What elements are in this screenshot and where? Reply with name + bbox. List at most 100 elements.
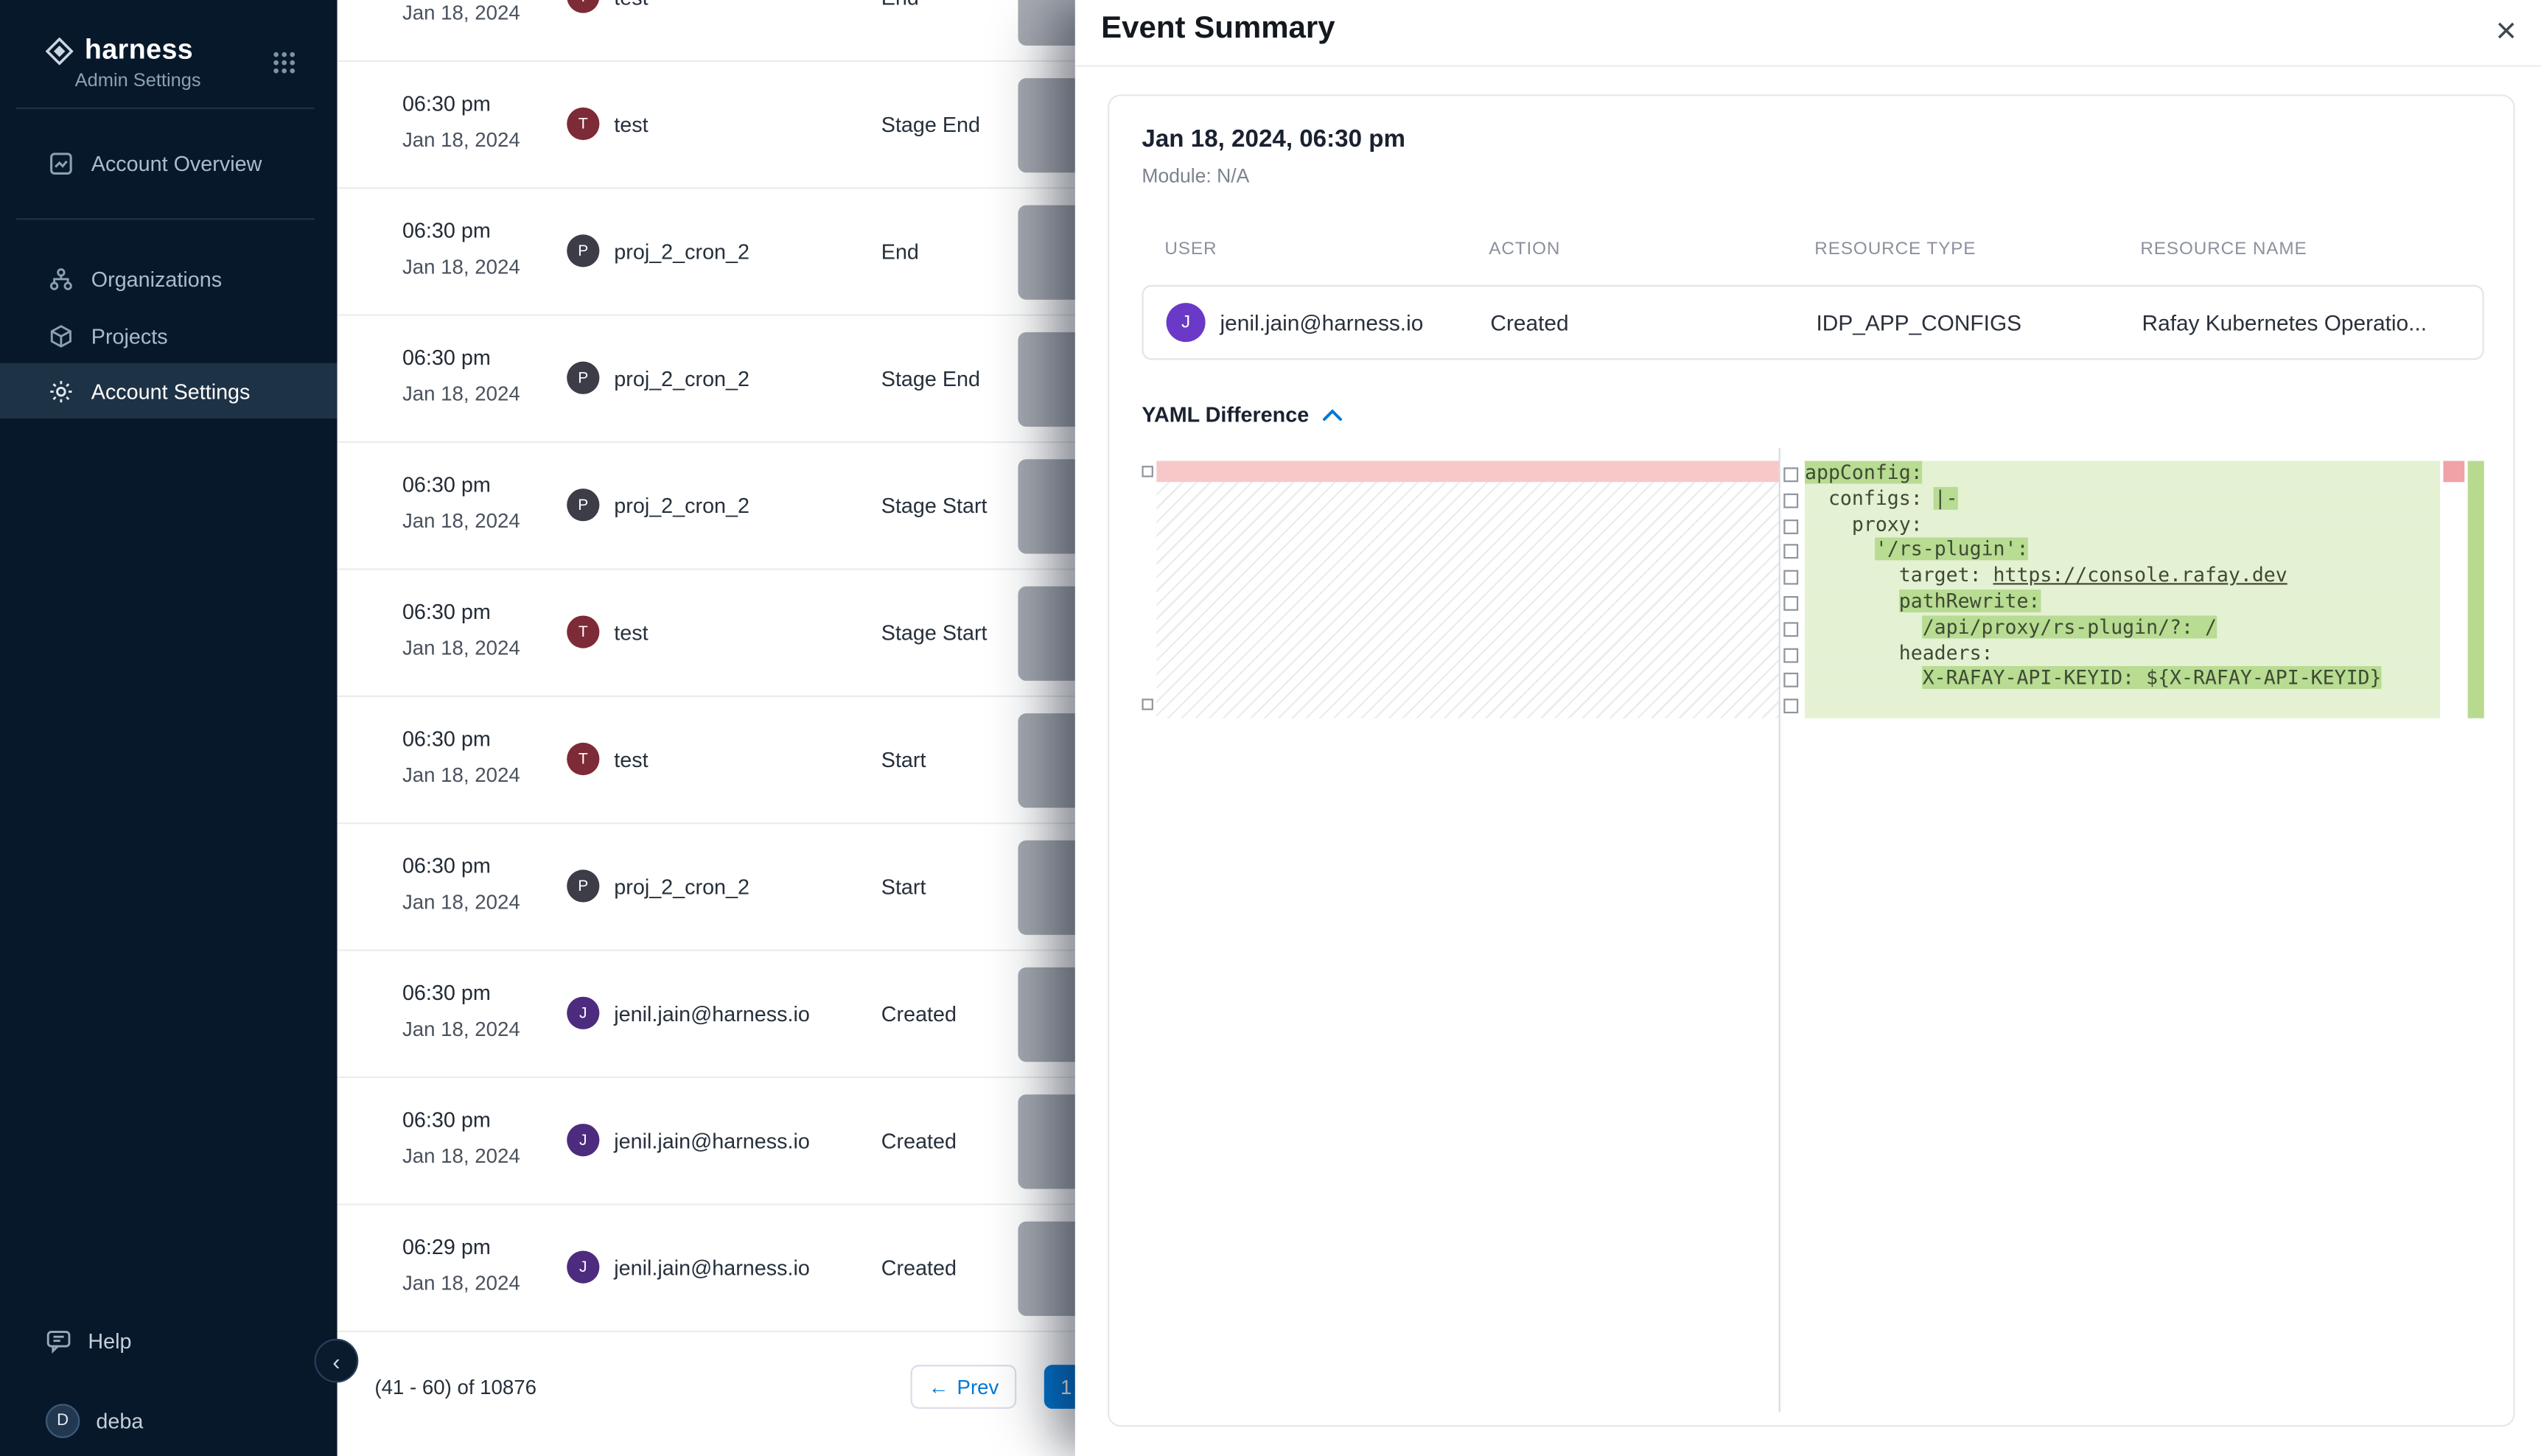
user-avatar: J bbox=[567, 1124, 599, 1156]
diff-gutter-marker bbox=[1780, 461, 1805, 487]
record-user-avatar: J bbox=[1167, 303, 1206, 342]
gear-icon bbox=[49, 379, 73, 403]
sidebar-item-account-settings[interactable]: Account Settings bbox=[0, 363, 338, 419]
header-user: USER bbox=[1142, 239, 1489, 259]
chevron-left-icon: ‹ bbox=[332, 1348, 340, 1373]
row-user-name: proj_2_cron_2 bbox=[614, 365, 749, 390]
row-timestamp: 06:30 pmJan 18, 2024 bbox=[402, 599, 520, 659]
user-avatar: T bbox=[567, 615, 599, 648]
yaml-line bbox=[1805, 693, 2440, 718]
row-user-name: jenil.jain@harness.io bbox=[614, 1001, 810, 1025]
event-module: Module: N/A bbox=[1142, 164, 1249, 187]
sidebar-subtitle: Admin Settings bbox=[75, 71, 201, 91]
sidebar-item-projects[interactable]: Projects bbox=[0, 308, 338, 363]
logo-text: harness bbox=[85, 34, 193, 66]
diff-gutter-marker bbox=[1142, 699, 1153, 710]
user-avatar: J bbox=[567, 997, 599, 1029]
row-action: End bbox=[881, 239, 919, 264]
yaml-line: target: https://console.rafay.dev bbox=[1805, 564, 2440, 589]
diff-gutter-marker bbox=[1780, 512, 1805, 538]
row-user: Jjenil.jain@harness.io bbox=[567, 1251, 810, 1284]
sidebar-item-organizations[interactable]: Organizations bbox=[0, 251, 338, 306]
row-user: Ttest bbox=[567, 743, 648, 775]
row-user-name: proj_2_cron_2 bbox=[614, 493, 749, 517]
row-user-name: test bbox=[614, 620, 648, 644]
diff-gutter-marker bbox=[1780, 641, 1805, 667]
diff-gutter-marker bbox=[1780, 564, 1805, 589]
diff-gutter-marker bbox=[1780, 538, 1805, 564]
row-action: Stage Start bbox=[881, 494, 988, 518]
app: harness Admin Settings Account Overview … bbox=[0, 0, 2541, 1456]
user-avatar: P bbox=[567, 489, 599, 521]
app-grid-icon[interactable] bbox=[272, 51, 296, 83]
row-action: Start bbox=[881, 875, 926, 899]
row-timestamp: 06:30 pmJan 18, 2024 bbox=[402, 346, 520, 406]
row-user: Pproj_2_cron_2 bbox=[567, 489, 749, 521]
help-chat-icon bbox=[46, 1328, 71, 1352]
event-datetime: Jan 18, 2024, 06:30 pm bbox=[1142, 125, 1405, 153]
diff-new-pane: appConfig: configs: |- proxy: '/rs-plugi… bbox=[1779, 448, 2484, 1412]
empty-diff-area bbox=[1156, 482, 1778, 718]
user-name: deba bbox=[96, 1408, 143, 1432]
row-user-name: test bbox=[614, 0, 648, 9]
row-timestamp: 06:30 pmJan 18, 2024 bbox=[402, 1107, 520, 1168]
sidebar-item-account-overview[interactable]: Account Overview bbox=[0, 135, 338, 190]
user-avatar: T bbox=[567, 0, 599, 13]
diff-old-pane bbox=[1142, 448, 1778, 1412]
chevron-up-icon bbox=[1322, 408, 1342, 421]
logo: harness bbox=[46, 34, 193, 66]
row-timestamp: 06:30 pmJan 18, 2024 bbox=[402, 472, 520, 533]
diff-gutter-marker bbox=[1780, 486, 1805, 512]
row-action: Stage Start bbox=[881, 620, 988, 645]
diff-gutter-marker bbox=[1780, 615, 1805, 641]
removed-line-bar bbox=[1156, 461, 1778, 483]
header-resource-type: RESOURCE TYPE bbox=[1814, 239, 2140, 259]
yaml-line: X-RAFAY-API-KEYID: ${X-RAFAY-API-KEYID} bbox=[1805, 667, 2440, 693]
row-user-name: jenil.jain@harness.io bbox=[614, 1255, 810, 1279]
prev-page-button[interactable]: ← Prev bbox=[911, 1365, 1017, 1409]
row-user: Pproj_2_cron_2 bbox=[567, 362, 749, 394]
drawer-title: Event Summary bbox=[1101, 11, 1335, 47]
row-action: Created bbox=[881, 1129, 957, 1153]
row-user-name: test bbox=[614, 746, 648, 771]
diff-del-markers bbox=[2443, 461, 2464, 1413]
divider bbox=[16, 108, 314, 109]
harness-logo-icon bbox=[46, 37, 74, 65]
sidebar-user[interactable]: D deba bbox=[0, 1396, 338, 1444]
user-avatar: P bbox=[567, 234, 599, 267]
row-user: Ttest bbox=[567, 0, 648, 13]
sidebar-item-help[interactable]: Help bbox=[0, 1316, 338, 1365]
row-timestamp: 06:30 pmJan 18, 2024 bbox=[402, 727, 520, 787]
row-action: Stage End bbox=[881, 113, 980, 137]
event-summary-drawer: Event Summary × Jan 18, 2024, 06:30 pm M… bbox=[1075, 0, 2541, 1456]
row-action: Created bbox=[881, 1001, 957, 1026]
yaml-line: headers: bbox=[1805, 641, 2440, 667]
yaml-difference-toggle[interactable]: YAML Difference bbox=[1142, 402, 1341, 427]
user-avatar: J bbox=[567, 1251, 599, 1284]
pagination-range: (41 - 60) of 10876 bbox=[374, 1376, 536, 1399]
diff-right-gutter bbox=[1780, 461, 1805, 1413]
overview-icon bbox=[49, 150, 73, 175]
user-avatar: P bbox=[567, 869, 599, 902]
row-user-name: proj_2_cron_2 bbox=[614, 874, 749, 898]
yaml-link[interactable]: https://console.rafay.dev bbox=[1993, 564, 2287, 587]
record-table-header: USER ACTION RESOURCE TYPE RESOURCE NAME bbox=[1142, 239, 2484, 259]
drawer-header: Event Summary × bbox=[1075, 0, 2541, 67]
deleted-marker bbox=[2443, 461, 2464, 483]
added-marker-strip bbox=[2468, 461, 2484, 718]
close-icon[interactable]: × bbox=[2495, 7, 2516, 55]
user-avatar: P bbox=[567, 362, 599, 394]
row-user: Pproj_2_cron_2 bbox=[567, 869, 749, 902]
event-card: Jan 18, 2024, 06:30 pm Module: N/A USER … bbox=[1108, 94, 2515, 1427]
yaml-line: '/rs-plugin': bbox=[1805, 538, 2440, 564]
sidebar-collapse-handle[interactable]: ‹ bbox=[315, 1339, 359, 1383]
header-action: ACTION bbox=[1489, 239, 1814, 259]
yaml-difference-label: YAML Difference bbox=[1142, 402, 1309, 427]
row-user: Jjenil.jain@harness.io bbox=[567, 1124, 810, 1156]
row-timestamp: 06:29 pmJan 18, 2024 bbox=[402, 1234, 520, 1295]
record-row: J jenil.jain@harness.io Created IDP_APP_… bbox=[1142, 285, 2484, 360]
yaml-line: pathRewrite: bbox=[1805, 589, 2440, 615]
yaml-line: appConfig: bbox=[1805, 461, 2440, 487]
user-avatar: T bbox=[567, 743, 599, 775]
row-timestamp: Jan 18, 2024 bbox=[402, 0, 520, 24]
